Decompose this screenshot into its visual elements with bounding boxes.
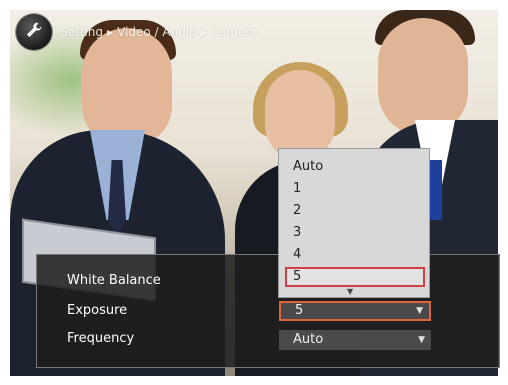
frequency-select[interactable]: Auto ▼ [279,330,431,350]
dropdown-option-1[interactable]: 1 [293,181,301,196]
dropdown-option-4[interactable]: 4 [293,247,301,262]
breadcrumb-item-video-audio[interactable]: Video / Audio [117,25,196,39]
exposure-select[interactable]: 5 ▼ [279,301,431,321]
settings-button[interactable] [16,14,52,50]
exposure-label: Exposure [67,303,128,318]
breadcrumb-separator-icon: ▶ [106,27,114,37]
dropdown-option-3[interactable]: 3 [293,225,301,240]
person-right-face [378,18,468,136]
breadcrumb-item-camera: Camera [210,25,258,39]
exposure-dropdown-list[interactable]: Auto 1 2 3 4 5 ▼ [278,148,430,298]
breadcrumb: Setting ▶ Video / Audio ▶ Camera [60,25,258,39]
person-right-tie [428,160,442,220]
frequency-label: Frequency [67,331,135,346]
dropdown-option-5[interactable]: 5 [293,269,301,284]
header: Setting ▶ Video / Audio ▶ Camera [16,14,258,50]
dropdown-option-2[interactable]: 2 [293,203,301,218]
chevron-down-icon: ▼ [416,306,423,316]
frequency-select-value: Auto [293,332,324,347]
person-middle-face [265,70,335,160]
selected-option-highlight [285,267,425,287]
white-balance-label: White Balance [67,273,161,288]
chevron-down-icon: ▼ [418,335,425,345]
dropdown-option-auto[interactable]: Auto [293,159,323,174]
breadcrumb-item-setting[interactable]: Setting [60,25,103,39]
breadcrumb-separator-icon: ▶ [200,27,207,37]
exposure-select-value: 5 [295,303,304,318]
wrench-icon [24,20,44,44]
camera-settings-panel: White Balance Exposure Frequency 5 ▼ Aut… [36,254,500,368]
scroll-down-icon[interactable]: ▼ [347,287,353,296]
